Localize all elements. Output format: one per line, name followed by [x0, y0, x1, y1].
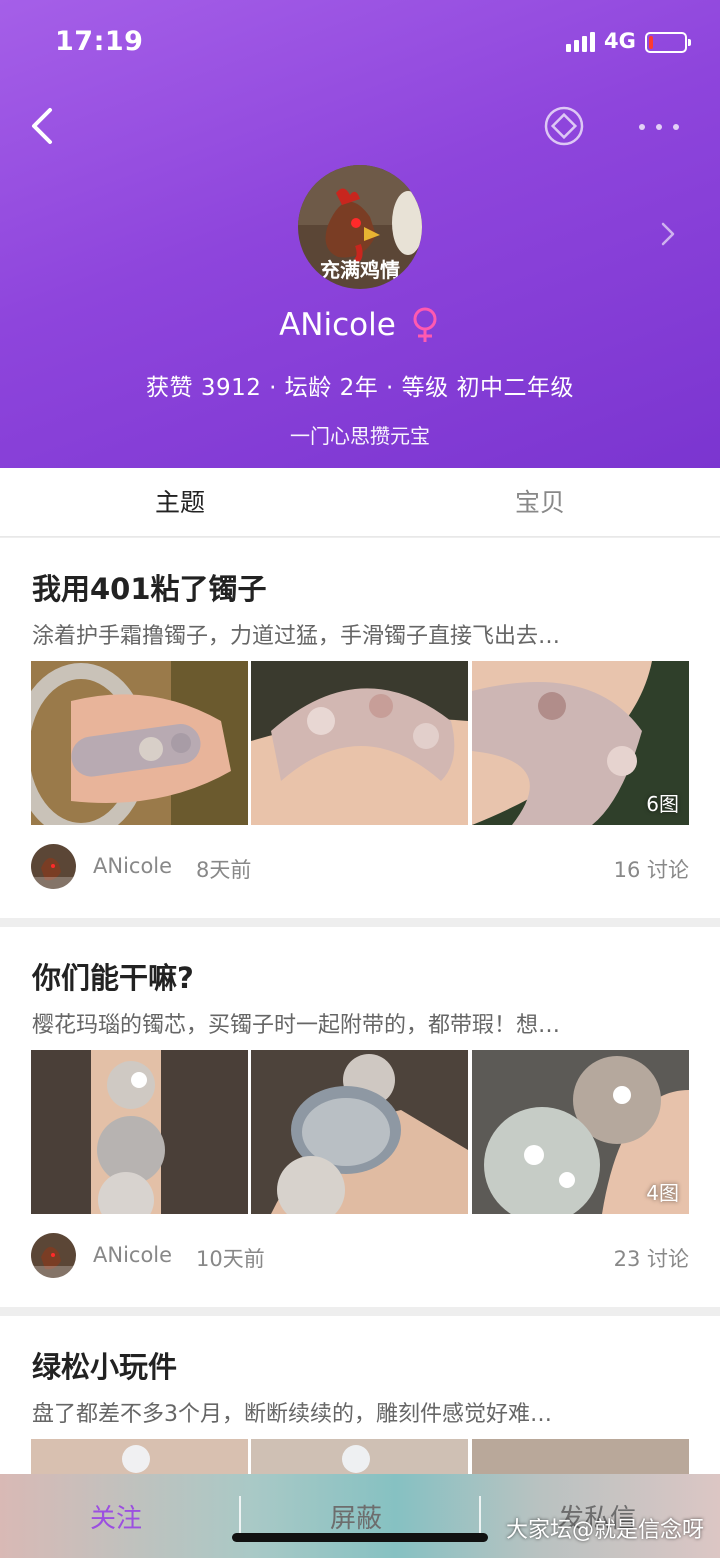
watermark: 大家坛@就是信念呀: [505, 1518, 704, 1543]
profile-tabs: 主题 宝贝: [0, 468, 720, 537]
post-image-grid: 6图: [31, 661, 689, 825]
post-image[interactable]: [31, 1439, 248, 1479]
post-author[interactable]: ANicole: [93, 1243, 172, 1267]
profile-avatar[interactable]: 充满鸡情: [298, 165, 422, 289]
post-time: 10天前: [196, 1247, 265, 1271]
chevron-left-icon: [32, 108, 52, 144]
post-image-grid: 4图: [31, 1050, 689, 1214]
tab-treasures[interactable]: 宝贝: [360, 468, 720, 536]
author-avatar[interactable]: [31, 844, 76, 889]
more-dot-icon: [639, 124, 645, 130]
post-image[interactable]: [251, 1050, 468, 1214]
post-card[interactable]: 绿松小玩件 盘了都差不多3个月，断断续续的，雕刻件感觉好难…: [0, 1316, 720, 1479]
more-dot-icon: [673, 124, 679, 130]
block-button[interactable]: 屏蔽: [330, 1498, 382, 1535]
post-image[interactable]: [31, 1050, 248, 1214]
post-image[interactable]: [472, 1439, 689, 1479]
back-button[interactable]: [24, 104, 64, 148]
status-bar: 17:19 4G: [0, 0, 720, 86]
battery-level: [649, 36, 653, 49]
more-options-button[interactable]: [634, 112, 684, 142]
signal-icon: [566, 32, 596, 52]
follow-button[interactable]: 关注: [90, 1498, 142, 1535]
coin-button[interactable]: [543, 105, 585, 147]
post-excerpt: 樱花玛瑙的镯芯，买镯子时一起附带的，都带瑕！想…: [32, 1013, 561, 1038]
profile-motto: 一门心思攒元宝: [290, 424, 430, 448]
post-card[interactable]: 你们能干嘛? 樱花玛瑙的镯芯，买镯子时一起附带的，都带瑕！想… 4图 ANico…: [0, 927, 720, 1307]
status-time: 17:19: [55, 26, 144, 57]
post-excerpt: 涂着护手霜撸镯子，力道过猛，手滑镯子直接飞出去…: [32, 624, 561, 649]
post-discussion-count: 16 讨论: [613, 858, 689, 882]
post-image[interactable]: [31, 661, 248, 825]
home-indicator[interactable]: [232, 1533, 488, 1542]
divider: [479, 1496, 481, 1536]
post-discussion-count: 23 讨论: [613, 1247, 689, 1271]
author-avatar[interactable]: [31, 1233, 76, 1278]
tab-topics[interactable]: 主题: [0, 468, 360, 536]
post-image[interactable]: [251, 1439, 468, 1479]
post-image[interactable]: 6图: [472, 661, 689, 825]
battery-icon: [645, 32, 691, 53]
post-meta: ANicole 8天前 16 讨论: [31, 844, 689, 890]
image-count-badge: 4图: [646, 1181, 679, 1205]
post-title: 绿松小玩件: [32, 1350, 178, 1384]
network-type: 4G: [604, 29, 636, 53]
post-image-grid: [31, 1439, 689, 1479]
post-meta: ANicole 10天前 23 讨论: [31, 1233, 689, 1279]
profile-header: 17:19 4G 充满鸡情 ANicole 获赞 3912 · 坛龄 2年 · …: [0, 0, 720, 468]
post-excerpt: 盘了都差不多3个月，断断续续的，雕刻件感觉好难…: [32, 1402, 552, 1427]
image-count-badge: 6图: [646, 792, 679, 816]
divider: [239, 1496, 241, 1536]
post-image[interactable]: [251, 661, 468, 825]
avatar-caption: 充满鸡情: [320, 258, 400, 282]
post-card[interactable]: 我用401粘了镯子 涂着护手霜撸镯子，力道过猛，手滑镯子直接飞出去… 6图 AN…: [0, 538, 720, 918]
female-symbol-icon: [409, 306, 441, 344]
profile-stats: 获赞 3912 · 坛龄 2年 · 等级 初中二年级: [146, 375, 574, 401]
more-dot-icon: [656, 124, 662, 130]
chevron-right-icon: [661, 222, 675, 246]
username-row: ANicole: [0, 306, 720, 356]
post-title: 我用401粘了镯子: [32, 572, 267, 606]
post-author[interactable]: ANicole: [93, 854, 172, 878]
post-time: 8天前: [196, 858, 252, 882]
post-title: 你们能干嘛?: [32, 961, 194, 995]
coin-icon: [544, 106, 584, 146]
post-image[interactable]: 4图: [472, 1050, 689, 1214]
profile-detail-chevron[interactable]: [656, 218, 680, 250]
username: ANicole: [279, 307, 396, 343]
